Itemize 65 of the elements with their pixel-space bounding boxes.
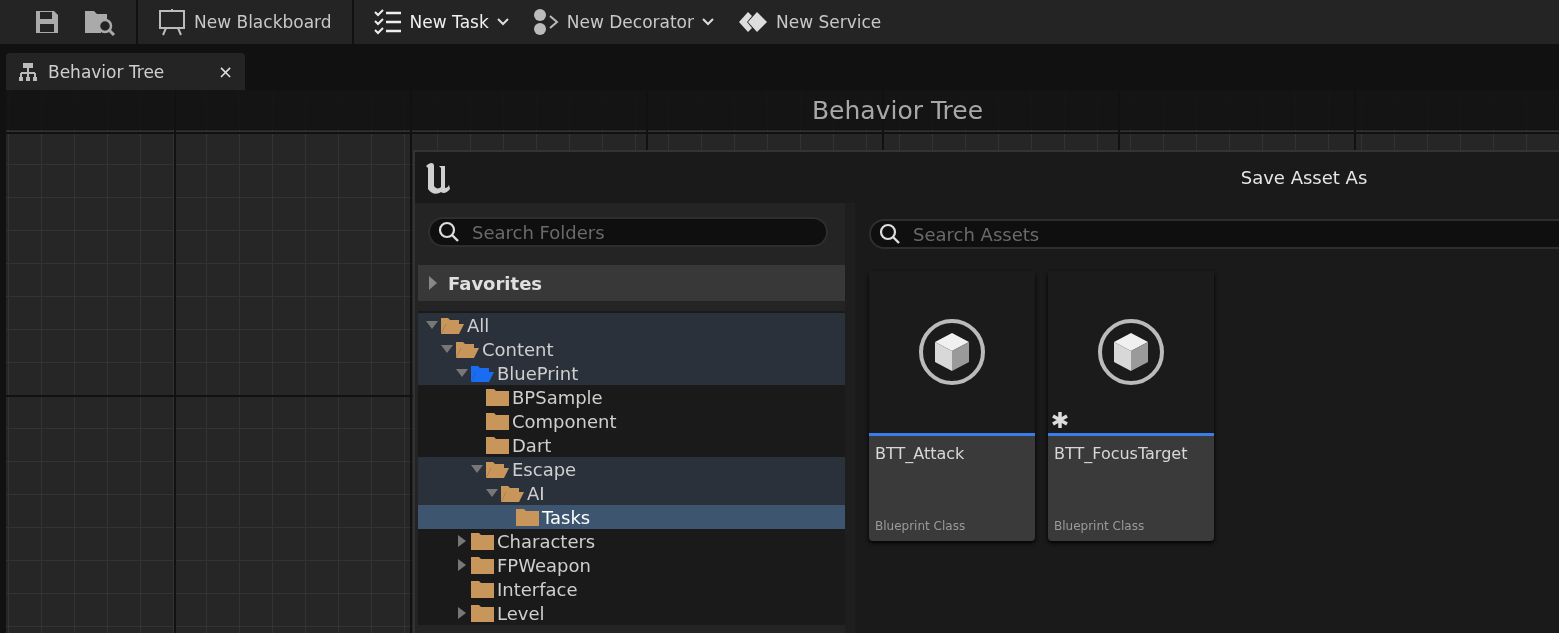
search-field[interactable]: Search Assets <box>869 219 1559 249</box>
caret-down-icon[interactable] <box>470 464 484 474</box>
folder-label: Interface <box>497 578 578 600</box>
toolbar-button[interactable]: New Decorator <box>520 4 726 40</box>
folder-label: Component <box>512 410 617 432</box>
folder-label: Tasks <box>542 506 591 528</box>
diamond-icon <box>738 11 768 33</box>
tree-row[interactable]: Dart <box>418 433 845 457</box>
decorator-icon <box>532 8 559 36</box>
tree-row[interactable]: Level <box>418 601 845 625</box>
caret-down-icon[interactable] <box>425 320 439 330</box>
tree-row[interactable]: Characters <box>418 529 845 553</box>
cube-icon <box>917 317 987 387</box>
caret-down-icon[interactable] <box>455 368 469 378</box>
asset-name: BTT_FocusTarget <box>1053 443 1189 463</box>
tree-row[interactable]: Interface <box>418 577 845 601</box>
search-field[interactable]: Search Folders <box>428 217 828 247</box>
tree-row[interactable]: Content <box>418 337 845 361</box>
tab-label: Behavior Tree <box>48 61 166 82</box>
tree-row[interactable]: AI <box>418 481 845 505</box>
asset-card[interactable]: BTT_FocusTarget Blueprint Class <box>1048 271 1214 541</box>
tree-row[interactable]: Component <box>418 409 845 433</box>
tree-row[interactable]: FPWeapon <box>418 553 845 577</box>
folder-label: Characters <box>497 530 596 552</box>
asset-card[interactable]: BTT_Attack Blueprint Class <box>869 271 1035 541</box>
asset-type: Blueprint Class <box>1053 519 1146 535</box>
folder-label: BluePrint <box>497 362 579 384</box>
toolbar-button[interactable]: New Task <box>361 4 521 40</box>
tree-row[interactable]: BPSample <box>418 385 845 409</box>
save-icon <box>34 9 60 35</box>
asset-type: Blueprint Class <box>874 519 967 535</box>
folder-search-icon <box>84 8 116 36</box>
tree-icon <box>18 61 38 82</box>
folder-label: Dart <box>512 434 552 456</box>
folder-label: Escape <box>512 458 577 480</box>
folder-label: FPWeapon <box>497 554 591 576</box>
caret-down-icon[interactable] <box>485 488 499 498</box>
tree-row[interactable]: Escape <box>418 457 845 481</box>
asset-name: BTT_Attack <box>874 443 966 463</box>
folder-label: Level <box>497 602 545 624</box>
folder-label: BPSample <box>512 386 603 408</box>
close-button[interactable]: × <box>217 61 233 82</box>
tree-row[interactable]: All <box>418 313 845 337</box>
dialog-title: Save Asset As <box>1239 167 1369 188</box>
cube-icon <box>1096 317 1166 387</box>
checklist-icon <box>373 9 402 35</box>
search-icon <box>879 223 901 245</box>
easel-icon <box>158 8 186 36</box>
caret-right-icon[interactable] <box>457 534 467 548</box>
folder-label: Content <box>482 338 554 360</box>
caret-down-icon[interactable] <box>440 344 454 354</box>
tree-row[interactable]: Tasks <box>418 505 845 529</box>
caret-right-icon[interactable] <box>457 606 467 620</box>
tree-row[interactable]: BluePrint <box>418 361 845 385</box>
toolbar-button[interactable]: New Blackboard <box>146 4 344 40</box>
favorites-header[interactable]: Favorites <box>418 265 845 301</box>
search-icon <box>438 221 460 243</box>
toolbar-button[interactable]: New Service <box>726 4 894 40</box>
editor-tab[interactable]: Behavior Tree × <box>6 53 245 90</box>
caret-right-icon <box>428 275 438 291</box>
caret-right-icon[interactable] <box>457 558 467 572</box>
folder-label: All <box>467 314 490 336</box>
graph-title: Behavior Tree <box>6 90 1559 130</box>
asterisk-icon <box>1051 411 1069 429</box>
folder-label: AI <box>527 482 545 504</box>
